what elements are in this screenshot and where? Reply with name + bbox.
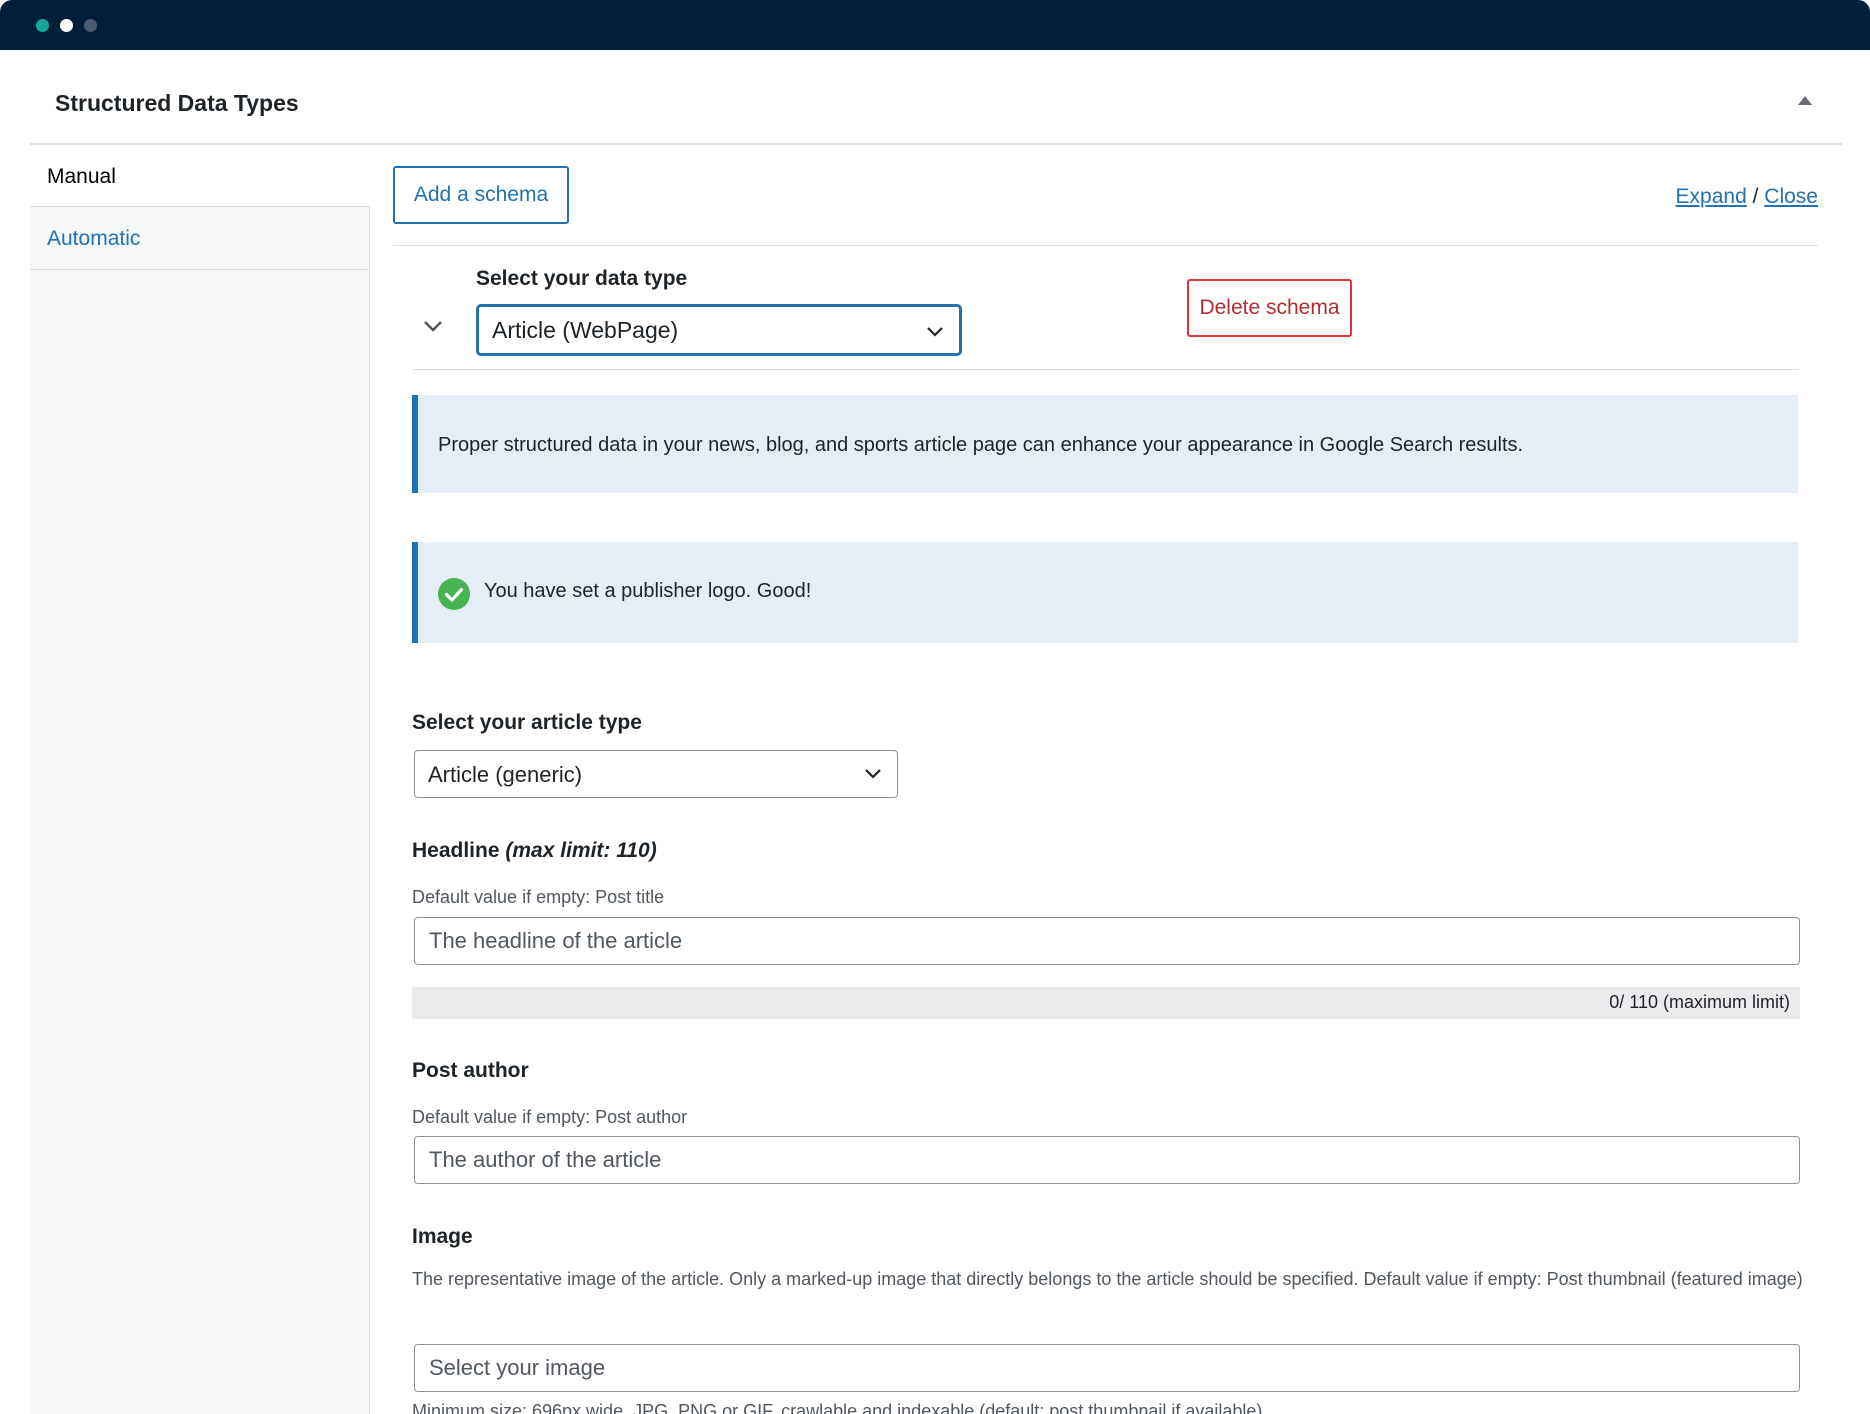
author-desc: Default value if empty: Post author bbox=[412, 1107, 688, 1127]
collapse-arrow-icon[interactable] bbox=[1798, 96, 1812, 105]
headline-counter-bar: 0/ 110 (maximum limit) bbox=[412, 987, 1800, 1019]
headline-counter: 0/ 110 (maximum limit) bbox=[1609, 992, 1790, 1012]
divider bbox=[412, 369, 1798, 370]
author-label: Post author bbox=[412, 1059, 529, 1082]
chevron-down-icon[interactable] bbox=[422, 315, 444, 337]
chevron-down-icon bbox=[865, 769, 881, 779]
image-desc: The representative image of the article.… bbox=[412, 1269, 1803, 1289]
expand-link[interactable]: Expand bbox=[1676, 185, 1747, 208]
links-separator: / bbox=[1746, 185, 1765, 208]
main-content: Add a schema Expand / Close Select your … bbox=[370, 145, 1842, 1414]
panel-title: Structured Data Types bbox=[55, 90, 299, 116]
article-type-label: Select your article type bbox=[412, 711, 642, 734]
article-type-select[interactable]: Article (generic) bbox=[414, 750, 898, 798]
tab-automatic[interactable]: Automatic bbox=[30, 207, 370, 270]
success-notice: You have set a publisher logo. Good! bbox=[412, 542, 1798, 643]
add-schema-button[interactable]: Add a schema bbox=[393, 166, 569, 224]
data-type-label: Select your data type bbox=[476, 267, 688, 290]
sidebar: Manual Automatic bbox=[30, 145, 370, 1414]
headline-limit-text: (max limit: 110) bbox=[505, 839, 657, 862]
chevron-down-icon bbox=[927, 327, 943, 337]
headline-label: Headline (max limit: 110) bbox=[412, 839, 657, 863]
tab-manual[interactable]: Manual bbox=[30, 145, 370, 207]
data-type-value: Article (WebPage) bbox=[492, 317, 679, 343]
check-circle-icon bbox=[438, 578, 470, 610]
article-type-value: Article (generic) bbox=[428, 762, 583, 787]
window-dot-green[interactable] bbox=[36, 19, 49, 32]
data-type-select[interactable]: Article (WebPage) bbox=[476, 304, 962, 356]
panel-header: Structured Data Types bbox=[30, 50, 1842, 145]
headline-input[interactable] bbox=[414, 917, 1800, 965]
window-dot-gray[interactable] bbox=[84, 19, 97, 32]
image-label: Image bbox=[412, 1225, 473, 1248]
headline-label-text: Headline bbox=[412, 839, 506, 862]
success-notice-text: You have set a publisher logo. Good! bbox=[484, 580, 812, 602]
delete-schema-button[interactable]: Delete schema bbox=[1187, 279, 1352, 337]
author-input[interactable] bbox=[414, 1136, 1800, 1184]
image-input[interactable] bbox=[414, 1344, 1800, 1392]
image-hint: Minimum size: 696px wide, JPG, PNG or GI… bbox=[412, 1401, 1263, 1414]
info-notice-text: Proper structured data in your news, blo… bbox=[438, 434, 1524, 456]
window-titlebar bbox=[0, 0, 1870, 50]
expand-close-links: Expand / Close bbox=[1676, 185, 1818, 209]
info-notice: Proper structured data in your news, blo… bbox=[412, 395, 1798, 493]
divider bbox=[393, 245, 1818, 246]
close-link[interactable]: Close bbox=[1764, 185, 1818, 208]
window-dot-white[interactable] bbox=[60, 19, 73, 32]
headline-desc: Default value if empty: Post title bbox=[412, 887, 665, 907]
